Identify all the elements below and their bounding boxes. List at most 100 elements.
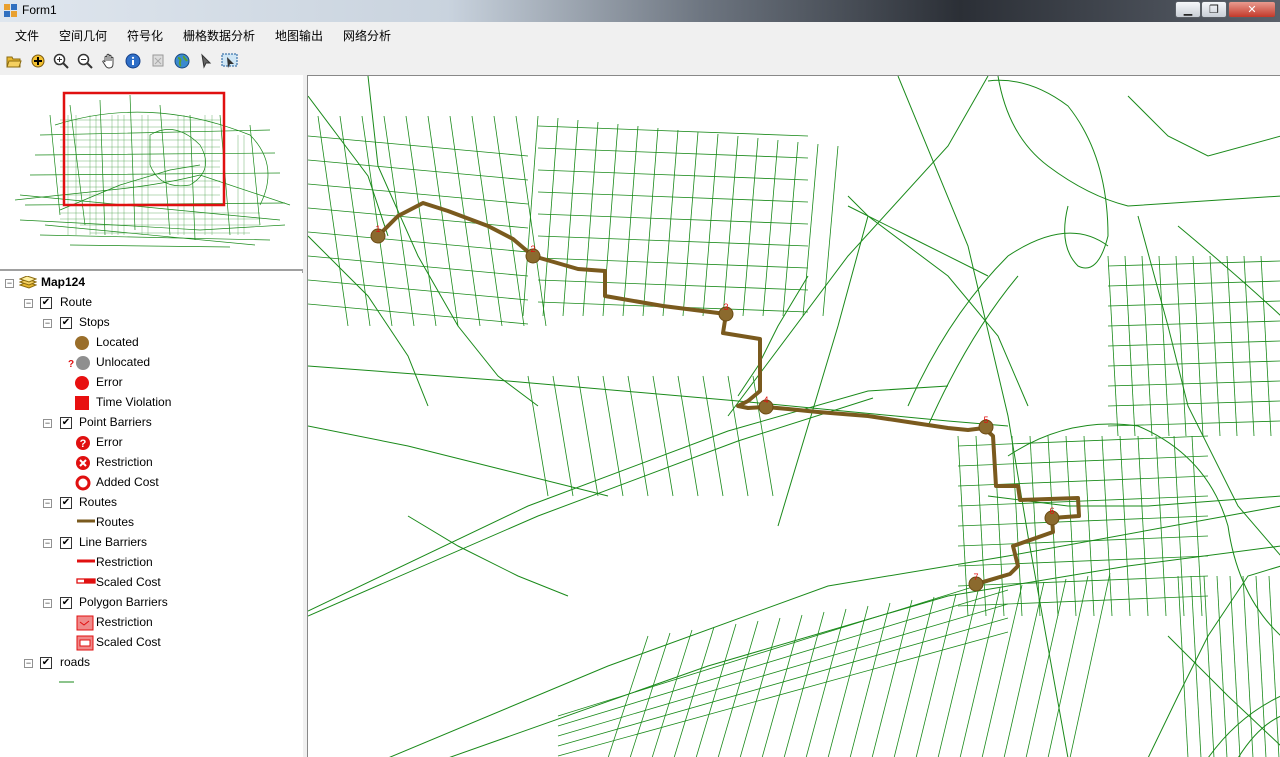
stops-located-label: Located — [96, 335, 139, 349]
line-barrier-restriction-label: Restriction — [96, 555, 153, 569]
globe-icon — [174, 53, 190, 69]
close-icon: ✕ — [1247, 4, 1257, 16]
toolbar — [0, 47, 1280, 74]
collapse-line-barriers-toggle[interactable]: − — [43, 539, 52, 548]
stop-label: 2 — [530, 244, 535, 254]
open-folder-icon — [6, 56, 22, 68]
menu-raster-analysis[interactable]: 栅格数据分析 — [183, 27, 255, 44]
menu-map-output[interactable]: 地图输出 — [275, 27, 323, 44]
stop-label: 1 — [375, 224, 380, 234]
stop-label: 3 — [723, 302, 728, 312]
collapse-stops-toggle[interactable]: − — [43, 319, 52, 328]
zoom-in-icon — [53, 53, 69, 69]
select-button[interactable] — [196, 51, 216, 71]
collapse-map-toggle[interactable]: − — [5, 279, 14, 288]
barrier-restriction-icon — [76, 456, 90, 470]
stops-label: Stops — [79, 315, 110, 329]
routes-label: Routes — [79, 495, 118, 509]
line-barriers-checkbox[interactable]: ✔ — [60, 537, 72, 549]
menu-network-analysis[interactable]: 网络分析 — [343, 27, 391, 44]
routes-item-label: Routes — [96, 515, 135, 529]
stops-time-violation-label: Time Violation — [96, 395, 172, 409]
maximize-button[interactable]: ❐ — [1201, 1, 1227, 18]
identify-button[interactable] — [123, 51, 143, 71]
restore-icon: ❐ — [1209, 4, 1219, 16]
minimize-icon: ▁ — [1183, 4, 1193, 16]
roads-layer-label: roads — [60, 655, 91, 669]
collapse-roads-toggle[interactable]: − — [24, 659, 33, 668]
select-features-icon — [221, 53, 238, 68]
window-title: Form1 — [22, 3, 57, 17]
point-barrier-added-cost-label: Added Cost — [96, 475, 159, 489]
app-icon — [4, 4, 17, 17]
zoom-out-icon — [77, 53, 93, 69]
select-features-button[interactable] — [220, 51, 240, 71]
stops-checkbox[interactable]: ✔ — [60, 317, 72, 329]
roads-layer-checkbox[interactable]: ✔ — [40, 657, 52, 669]
svg-text:?: ? — [80, 438, 87, 450]
overview-map[interactable] — [0, 75, 303, 271]
routes-checkbox[interactable]: ✔ — [60, 497, 72, 509]
polygon-barrier-scaled-cost-label: Scaled Cost — [96, 635, 161, 649]
barrier-added-cost-icon — [75, 475, 91, 491]
minimize-button[interactable]: ▁ — [1175, 1, 1201, 18]
title-bar: Form1 ▁ ❐ ✕ — [0, 0, 1280, 22]
point-barrier-error-label: Error — [96, 435, 123, 449]
polygon-barriers-checkbox[interactable]: ✔ — [60, 597, 72, 609]
table-of-contents: − Map124 − ✔ Route − ✔ Stops Located ? U… — [0, 273, 303, 757]
map-name: Map124 — [41, 275, 86, 289]
polygon-scaled-cost-icon — [76, 635, 94, 651]
globe-button[interactable] — [172, 51, 192, 71]
menu-file[interactable]: 文件 — [15, 27, 39, 44]
add-data-icon — [31, 54, 45, 68]
menu-symbolize[interactable]: 符号化 — [127, 27, 163, 44]
roads-line-icon — [59, 681, 74, 683]
route-line-icon — [77, 519, 95, 523]
collapse-route-toggle[interactable]: − — [24, 299, 33, 308]
identify-info-icon — [125, 53, 141, 69]
collapse-routes-toggle[interactable]: − — [43, 499, 52, 508]
menu-bar: 文件 空间几何 符号化 栅格数据分析 地图输出 网络分析 — [0, 22, 1280, 46]
stop-label: 4 — [763, 395, 768, 405]
stop-label: 6 — [1049, 506, 1054, 516]
svg-text:?: ? — [68, 359, 74, 370]
close-button[interactable]: ✕ — [1228, 1, 1276, 18]
line-restriction-icon — [77, 559, 95, 563]
route-layer-label: Route — [60, 295, 93, 309]
stop-label: 5 — [983, 415, 988, 425]
barrier-error-icon: ? — [76, 436, 90, 450]
located-stop-icon — [75, 336, 89, 350]
polygon-barrier-restriction-label: Restriction — [96, 615, 153, 629]
map-view[interactable]: 1 2 3 4 5 6 7 — [307, 75, 1280, 757]
overview-roads — [14, 91, 291, 248]
polygon-restriction-icon — [76, 615, 94, 631]
collapse-point-barriers-toggle[interactable]: − — [43, 419, 52, 428]
time-violation-icon — [75, 396, 89, 410]
point-barriers-checkbox[interactable]: ✔ — [60, 417, 72, 429]
stops-unlocated-label: Unlocated — [96, 355, 151, 369]
polygon-barriers-label: Polygon Barriers — [79, 595, 168, 609]
zoom-out-button[interactable] — [75, 51, 95, 71]
zoom-in-button[interactable] — [51, 51, 71, 71]
stop-label: 7 — [973, 572, 978, 582]
pan-hand-icon — [102, 53, 114, 69]
collapse-polygon-barriers-toggle[interactable]: − — [43, 599, 52, 608]
left-panel: − Map124 − ✔ Route − ✔ Stops Located ? U… — [0, 75, 303, 757]
overview-extent-box[interactable] — [62, 91, 226, 207]
line-scaled-cost-icon — [76, 578, 96, 584]
unlocated-stop-icon: ? — [68, 356, 90, 370]
menu-spatial-geometry[interactable]: 空间几何 — [59, 27, 107, 44]
open-button[interactable] — [4, 51, 24, 71]
stops-error-label: Error — [96, 375, 123, 389]
select-arrow-icon — [201, 53, 212, 69]
map-layers-icon — [19, 276, 37, 289]
pan-button[interactable] — [99, 51, 119, 71]
add-data-button[interactable] — [28, 51, 48, 71]
road-network: 1 2 3 4 5 6 7 — [308, 76, 1280, 757]
point-barriers-label: Point Barriers — [79, 415, 152, 429]
stops-layer: 1 2 3 4 5 6 7 — [370, 224, 1060, 592]
full-extent-icon — [152, 54, 164, 67]
line-barrier-scaled-cost-label: Scaled Cost — [96, 575, 161, 589]
route-layer-checkbox[interactable]: ✔ — [40, 297, 52, 309]
full-extent-button[interactable] — [148, 51, 168, 71]
